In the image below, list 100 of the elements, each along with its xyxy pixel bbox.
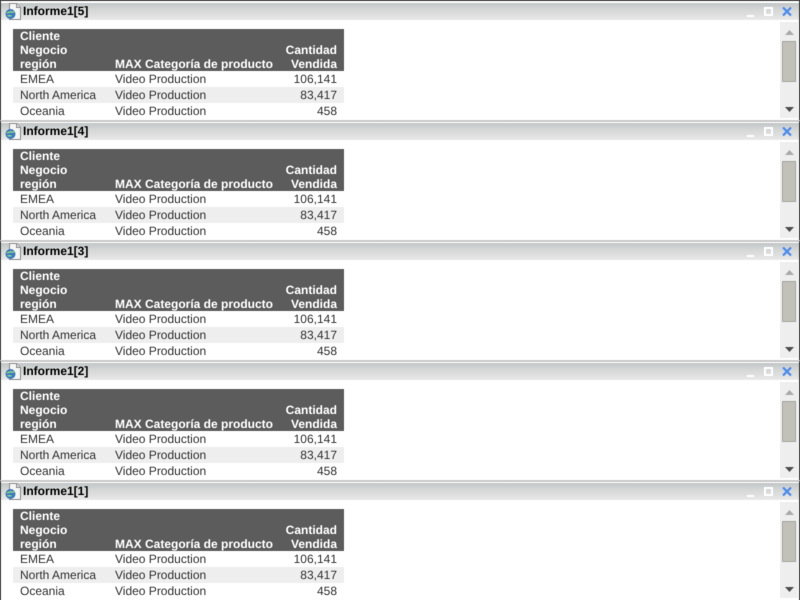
table-cell-text: Oceania [19, 223, 66, 239]
close-button[interactable] [782, 7, 792, 16]
table-cell: North America [13, 87, 110, 103]
table-cell-text: 458 [316, 343, 338, 359]
table-cell-text: 106,141 [292, 191, 338, 207]
table-cell-text: 458 [316, 463, 338, 479]
column-header: MAX Categoría de producto [110, 389, 280, 431]
scroll-up-button[interactable] [784, 390, 794, 395]
document-globe-icon [5, 123, 21, 140]
table-cell: Video Production [110, 447, 280, 463]
close-icon [782, 487, 792, 496]
table-cell-text: Video Production [114, 551, 208, 567]
table-cell-text: EMEA [19, 311, 56, 327]
close-button[interactable] [782, 367, 792, 376]
table-cell-text: Oceania [19, 583, 66, 599]
table-cell-text: 106,141 [292, 431, 338, 447]
table-cell: 83,417 [280, 327, 344, 343]
table-cell-text: 458 [316, 223, 338, 239]
scroll-down-button[interactable] [784, 587, 794, 592]
up-arrow-icon [784, 150, 794, 155]
document-globe-icon [5, 363, 21, 380]
maximize-icon [764, 247, 773, 256]
up-arrow-icon [784, 270, 794, 275]
table-cell: North America [13, 207, 110, 223]
scroll-up-button[interactable] [784, 270, 794, 275]
close-icon [782, 367, 792, 376]
table-cell: 83,417 [280, 207, 344, 223]
table-cell-text: Video Production [114, 103, 208, 119]
table-cell-text: EMEA [19, 431, 56, 447]
scrollbar-thumb[interactable] [782, 521, 796, 562]
column-header: Cliente Negocio región [13, 509, 110, 551]
table-cell-text: Oceania [19, 463, 66, 479]
panel-title: Informe1[2] [23, 364, 88, 379]
scrollbar-thumb[interactable] [782, 41, 796, 82]
scrollbar-thumb[interactable] [782, 401, 796, 442]
table-cell: North America [13, 327, 110, 343]
down-arrow-icon [784, 587, 794, 592]
table-cell-text: EMEA [19, 71, 56, 87]
down-arrow-icon [784, 227, 794, 232]
table-cell: 83,417 [280, 87, 344, 103]
maximize-button[interactable] [764, 127, 773, 136]
scroll-up-button[interactable] [784, 150, 794, 155]
table-cell-text: 106,141 [292, 71, 338, 87]
down-arrow-icon [784, 347, 794, 352]
column-header: MAX Categoría de producto [110, 269, 280, 311]
document-globe-icon [5, 3, 21, 20]
table-cell-text: 106,141 [292, 311, 338, 327]
table-cell-text: 458 [316, 583, 338, 599]
table-cell-text: Video Production [114, 431, 208, 447]
table-cell-text: Video Production [114, 223, 208, 239]
panel-title: Informe1[3] [23, 244, 88, 259]
close-button[interactable] [782, 247, 792, 256]
table-cell: 83,417 [280, 447, 344, 463]
close-button[interactable] [782, 487, 792, 496]
column-header: Cliente Negocio región [13, 149, 110, 191]
down-arrow-icon [784, 467, 794, 472]
maximize-button[interactable] [764, 247, 773, 256]
column-header: Cliente Negocio región [13, 29, 110, 71]
table-cell-text: Video Production [114, 343, 208, 359]
scroll-down-button[interactable] [784, 467, 794, 472]
column-header: MAX Categoría de producto [110, 29, 280, 71]
panel-title: Informe1[1] [23, 484, 88, 499]
scrollbar-thumb[interactable] [782, 161, 796, 202]
maximize-icon [764, 367, 773, 376]
table-cell: North America [13, 567, 110, 583]
scroll-down-button[interactable] [784, 107, 794, 112]
table-cell-text: Video Production [114, 71, 208, 87]
column-header: Cantidad Vendida [280, 149, 344, 191]
scroll-down-button[interactable] [784, 347, 794, 352]
column-header: Cliente Negocio región [13, 269, 110, 311]
table-cell-text: EMEA [19, 191, 56, 207]
up-arrow-icon [784, 390, 794, 395]
maximize-button[interactable] [764, 367, 773, 376]
column-header: MAX Categoría de producto [110, 149, 280, 191]
table-cell-text: Video Production [114, 311, 208, 327]
down-arrow-icon [784, 107, 794, 112]
scroll-down-button[interactable] [784, 227, 794, 232]
maximize-button[interactable] [764, 487, 773, 496]
table-cell-text: Video Production [114, 191, 208, 207]
column-header: Cantidad Vendida [280, 389, 344, 431]
close-icon [782, 247, 792, 256]
column-header: Cantidad Vendida [280, 29, 344, 71]
table-cell: Video Production [110, 567, 280, 583]
close-button[interactable] [782, 127, 792, 136]
column-header: Cantidad Vendida [280, 269, 344, 311]
column-header: Cliente Negocio región [13, 389, 110, 431]
scroll-up-button[interactable] [784, 30, 794, 35]
maximize-icon [764, 7, 773, 16]
panel-title: Informe1[5] [23, 4, 88, 19]
table-cell-text: 106,141 [292, 551, 338, 567]
maximize-button[interactable] [764, 7, 773, 16]
scrollbar-thumb[interactable] [782, 281, 796, 322]
maximize-icon [764, 487, 773, 496]
scroll-up-button[interactable] [784, 510, 794, 515]
document-globe-icon [5, 243, 21, 260]
column-header: Cantidad Vendida [280, 509, 344, 551]
document-globe-icon [5, 483, 21, 500]
close-icon [782, 7, 792, 16]
table-cell: Video Production [110, 87, 280, 103]
table-cell-text: Video Production [114, 463, 208, 479]
